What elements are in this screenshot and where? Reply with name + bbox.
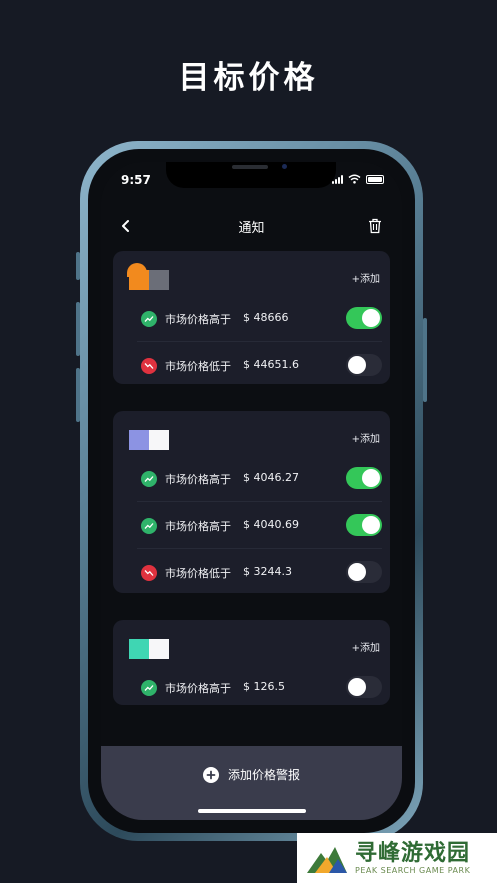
asset-card: +添加 市场价格高于 $ 126.5 <box>113 620 390 705</box>
battery-icon <box>366 174 384 184</box>
notch <box>166 162 336 188</box>
alert-condition: 市场价格低于 <box>165 567 231 580</box>
add-price-alert-button[interactable]: 添加价格警报 <box>101 766 402 783</box>
delete-button[interactable] <box>364 215 386 237</box>
card-header: +添加 <box>113 251 390 295</box>
alert-price: $ 126.5 <box>243 680 285 693</box>
alert-toggle[interactable] <box>346 514 382 536</box>
trend-up-icon <box>141 680 157 696</box>
coin-logo-mark <box>127 263 147 277</box>
status-time: 9:57 <box>121 173 151 187</box>
alert-price: $ 44651.6 <box>243 358 299 371</box>
alert-condition: 市场价格高于 <box>165 520 231 533</box>
trash-icon <box>369 218 381 234</box>
alert-condition: 市场价格高于 <box>165 682 231 695</box>
site-watermark: 寻峰游戏园 PEAK SEARCH GAME PARK <box>297 833 497 883</box>
promo-headline: 目标价格 <box>178 60 319 96</box>
page-title: 通知 <box>238 221 265 236</box>
bottom-action-bar: 添加价格警报 <box>101 746 402 820</box>
coin-logo <box>129 430 169 450</box>
alert-price: $ 4046.27 <box>243 471 299 484</box>
alert-condition: 市场价格高于 <box>165 313 231 326</box>
alert-row: 市场价格高于 $ 48666 <box>137 295 382 342</box>
card-header: +添加 <box>113 411 390 455</box>
trend-down-icon <box>141 565 157 581</box>
alert-row: 市场价格高于 $ 4046.27 <box>137 455 382 502</box>
cellular-signal-icon <box>332 174 343 184</box>
alert-condition: 市场价格高于 <box>165 473 231 486</box>
status-icons <box>332 174 384 184</box>
watermark-title: 寻峰游戏园 <box>355 840 471 866</box>
alert-row: 市场价格高于 $ 126.5 <box>137 664 382 711</box>
front-camera <box>282 164 287 169</box>
alert-toggle[interactable] <box>346 354 382 376</box>
wifi-icon <box>348 174 361 184</box>
alert-toggle[interactable] <box>346 307 382 329</box>
add-price-alert-label: 添加价格警报 <box>227 768 300 782</box>
trend-down-icon <box>141 358 157 374</box>
alert-price: $ 3244.3 <box>243 565 292 578</box>
phone-volume-down <box>76 368 80 422</box>
watermark-subtitle: PEAK SEARCH GAME PARK <box>355 865 471 875</box>
add-alert-link[interactable]: +添加 <box>352 639 380 654</box>
speaker-grille <box>232 165 268 169</box>
asset-card: +添加 市场价格高于 $ 48666 市场价格低于 $ 44651.6 <box>113 251 390 384</box>
alert-toggle[interactable] <box>346 676 382 698</box>
alert-condition: 市场价格低于 <box>165 360 231 373</box>
mountain-logo-icon <box>305 841 349 875</box>
add-alert-link[interactable]: +添加 <box>352 430 380 445</box>
alert-price: $ 48666 <box>243 311 289 324</box>
phone-volume-up <box>76 302 80 356</box>
home-indicator[interactable] <box>198 809 306 813</box>
phone-power-button <box>423 318 427 402</box>
card-header: +添加 <box>113 620 390 664</box>
asset-card: +添加 市场价格高于 $ 4046.27 市场价格高于 $ 4040.69 市场… <box>113 411 390 593</box>
add-alert-link[interactable]: +添加 <box>352 270 380 285</box>
plus-circle-icon <box>202 766 219 783</box>
trend-up-icon <box>141 471 157 487</box>
alert-row: 市场价格低于 $ 44651.6 <box>137 342 382 389</box>
phone-mute-switch <box>76 252 80 280</box>
alert-toggle[interactable] <box>346 467 382 489</box>
alert-price: $ 4040.69 <box>243 518 299 531</box>
alert-row: 市场价格高于 $ 4040.69 <box>137 502 382 549</box>
alert-toggle[interactable] <box>346 561 382 583</box>
phone-screen: 9:57 通知 +添加 市场价格高于 $ 48666 市场价格低于 $ 4465… <box>101 162 402 820</box>
trend-up-icon <box>141 311 157 327</box>
coin-logo <box>129 639 169 659</box>
alert-row: 市场价格低于 $ 3244.3 <box>137 549 382 596</box>
trend-up-icon <box>141 518 157 534</box>
